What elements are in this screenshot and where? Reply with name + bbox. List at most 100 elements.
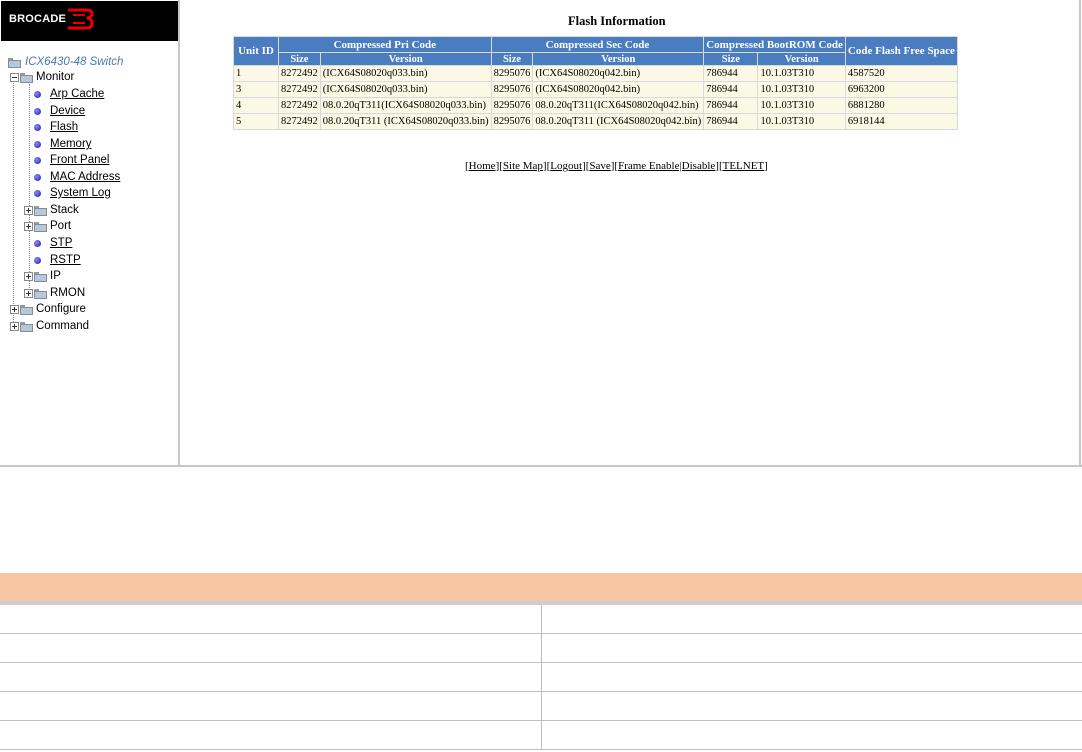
cell-unit: 4: [234, 98, 278, 113]
tree-item-label[interactable]: Device: [50, 105, 85, 117]
tree-node-monitor[interactable]: Monitor: [10, 69, 74, 85]
link-site-map[interactable]: Site Map: [503, 160, 543, 172]
tree-item-rstp[interactable]: RSTP: [34, 252, 81, 268]
expand-icon[interactable]: [24, 271, 33, 281]
cell-pri-size: 8272492: [279, 114, 320, 129]
expand-icon[interactable]: [10, 304, 19, 314]
header-pri-size: Size: [279, 53, 320, 65]
tree-node-command[interactable]: Command: [10, 318, 89, 334]
expand-icon[interactable]: [10, 321, 19, 331]
bullet-icon: [34, 189, 41, 197]
cell-sec-size: 8295076: [491, 98, 533, 113]
tree-item-memory[interactable]: Memory: [34, 136, 92, 152]
table-cell: [540, 720, 1082, 750]
tree-item-label[interactable]: Memory: [50, 138, 92, 150]
cell-free: 6963200: [845, 82, 957, 97]
tree-item-system-log[interactable]: System Log: [34, 185, 111, 201]
brocade-logo-icon: [68, 8, 94, 30]
tree-item-device[interactable]: Device: [34, 103, 85, 119]
table-cell: [0, 603, 541, 634]
tree-item-label[interactable]: Arp Cache: [50, 88, 104, 100]
bullet-icon: [34, 90, 41, 98]
header-boot-size: Size: [704, 53, 758, 65]
tree-item-label[interactable]: STP: [50, 237, 72, 249]
tree-node-configure-label: Configure: [36, 303, 86, 315]
flash-information-table: Unit ID Compressed Pri Code Compressed S…: [233, 36, 958, 130]
cell-boot-size: 786944: [704, 114, 758, 129]
tree-node-rmon[interactable]: RMON: [24, 285, 85, 301]
tree-node-configure[interactable]: Configure: [10, 301, 86, 317]
tree-item-stp[interactable]: STP: [34, 235, 72, 251]
tree-item-label[interactable]: MAC Address: [50, 171, 120, 183]
page-title: Flash Information: [568, 14, 666, 28]
tree-node-rmon-label: RMON: [50, 287, 86, 299]
tree-node-ip[interactable]: IP: [24, 268, 61, 284]
link-frame-toggle[interactable]: Frame Enable|Disable: [618, 160, 715, 172]
tree-item-front-panel[interactable]: Front Panel: [34, 152, 109, 168]
folder-icon: [8, 57, 21, 68]
folder-icon: [20, 304, 33, 315]
cell-sec-version: (ICX64S08020q042.bin): [533, 66, 704, 81]
header-sec-size: Size: [491, 53, 533, 65]
cell-unit: 3: [234, 82, 278, 97]
tree-node-stack[interactable]: Stack: [24, 202, 79, 218]
cell-pri-version: (ICX64S08020q033.bin): [320, 82, 491, 97]
table-row: [0, 603, 1082, 634]
tree-item-label[interactable]: Front Panel: [50, 154, 109, 166]
cell-sec-size: 8295076: [491, 66, 533, 81]
tree-item-flash[interactable]: Flash: [34, 119, 78, 135]
expand-icon[interactable]: [24, 288, 33, 298]
bullet-icon: [34, 140, 41, 148]
cell-pri-version: (ICX64S08020q033.bin): [320, 66, 491, 81]
header-sec-code: Compressed Sec Code: [491, 37, 704, 52]
table-cell: [540, 662, 1082, 692]
cell-pri-size: 8272492: [279, 98, 320, 113]
header-unit-id: Unit ID: [234, 37, 278, 65]
folder-icon: [34, 221, 47, 232]
cell-sec-version: 08.0.20qT311 (ICX64S08020q042.bin): [533, 114, 704, 129]
left-navigation-frame: BROCADE ICX6430-48 Switch Monitor Arp Ca…: [0, 0, 180, 466]
table-row: 4 8272492 08.0.20qT311(ICX64S08020q033.b…: [234, 98, 957, 113]
folder-icon: [34, 205, 47, 216]
collapse-icon[interactable]: [10, 72, 19, 82]
cell-pri-size: 8272492: [279, 66, 320, 81]
bullet-icon: [34, 256, 41, 264]
table-row: [0, 720, 1082, 750]
table-cell: [540, 633, 1082, 663]
brand-logo-bar: BROCADE: [1, 1, 178, 41]
header-pri-version: Version: [320, 53, 491, 65]
folder-icon: [20, 72, 33, 83]
footer-nav-links: [Home][Site Map][Logout][Save][Frame Ena…: [465, 160, 768, 172]
table-cell: [0, 691, 541, 721]
link-save[interactable]: Save: [589, 160, 610, 172]
table-row: 3 8272492 (ICX64S08020q033.bin) 8295076 …: [234, 82, 957, 97]
link-home[interactable]: Home: [469, 160, 496, 172]
link-logout[interactable]: Logout: [550, 160, 582, 172]
cell-pri-version: 08.0.20qT311 (ICX64S08020q033.bin): [320, 114, 491, 129]
cell-unit: 1: [234, 66, 278, 81]
cell-free: 6881280: [845, 98, 957, 113]
folder-icon: [34, 288, 47, 299]
table-cell: [540, 603, 1082, 634]
expand-icon[interactable]: [24, 205, 33, 215]
header-bootrom-code: Compressed BootROM Code: [704, 37, 845, 52]
tree-item-label[interactable]: RSTP: [50, 254, 81, 266]
tree-item-label[interactable]: System Log: [50, 187, 111, 199]
link-telnet[interactable]: TELNET: [723, 160, 765, 172]
tree-item-mac-address[interactable]: MAC Address: [34, 169, 120, 185]
cell-sec-version: 08.0.20qT311(ICX64S08020q042.bin): [533, 98, 704, 113]
tree-node-port[interactable]: Port: [24, 218, 71, 234]
cell-sec-size: 8295076: [491, 114, 533, 129]
document-header-cell: [0, 573, 541, 605]
table-row: 1 8272492 (ICX64S08020q033.bin) 8295076 …: [234, 66, 957, 81]
expand-icon[interactable]: [24, 221, 33, 231]
tree-root-switch[interactable]: ICX6430-48 Switch: [8, 54, 123, 70]
tree-item-arp-cache[interactable]: Arp Cache: [34, 86, 104, 102]
tree-node-command-label: Command: [36, 320, 90, 332]
tree-item-label[interactable]: Flash: [50, 121, 78, 133]
header-boot-version: Version: [758, 53, 845, 65]
folder-icon: [34, 271, 47, 282]
cell-unit: 5: [234, 114, 278, 129]
cell-boot-version: 10.1.03T310: [758, 82, 845, 97]
table-cell: [0, 662, 541, 692]
